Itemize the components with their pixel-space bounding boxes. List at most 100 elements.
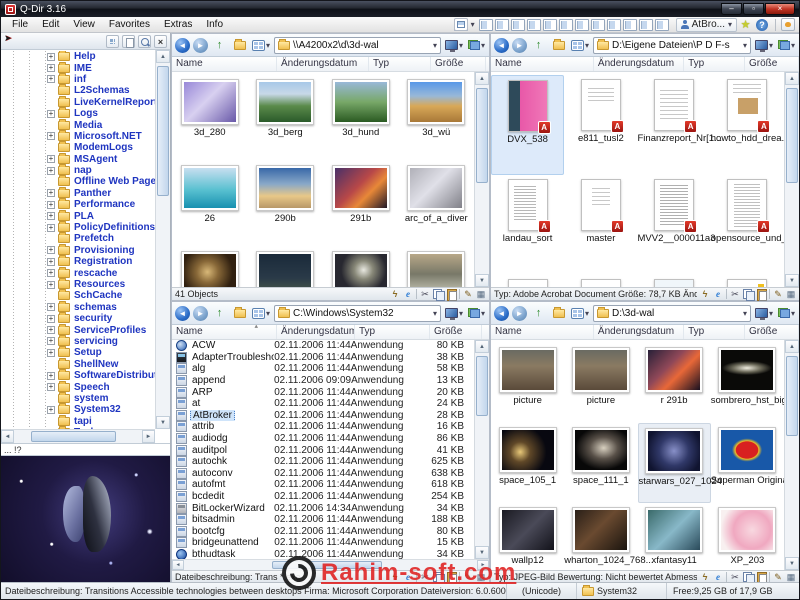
file-row[interactable]: append 02.11.2006 09:09 Anwendung 13 KB <box>172 375 474 387</box>
new-folder-button[interactable] <box>231 37 248 54</box>
tree-search-icon[interactable] <box>138 34 151 48</box>
file-thumbnail[interactable]: r 291b <box>638 343 711 423</box>
tree-item[interactable]: PLA <box>1 209 155 222</box>
file-name[interactable]: AdapterTroubleshooter <box>190 352 274 363</box>
file-thumbnail[interactable]: wharton_1024_768... <box>564 503 654 570</box>
layout-option-button[interactable] <box>590 18 605 31</box>
status-icon[interactable] <box>786 289 796 299</box>
file-thumbnail[interactable]: arc_of_a_diver <box>399 161 475 247</box>
favorites-dropdown[interactable]: AtBro... <box>675 17 737 32</box>
chevron-down-icon[interactable] <box>743 308 747 319</box>
view-mode-button[interactable] <box>251 305 271 322</box>
file-thumbnail[interactable]: 3d_wü <box>399 75 475 161</box>
file-row[interactable]: bitsadmin 02.11.2006 11:44 Anwendung 188… <box>172 514 474 526</box>
layout-option-button[interactable] <box>542 18 557 31</box>
up-button[interactable] <box>211 37 228 54</box>
tree-item[interactable]: system <box>1 391 155 404</box>
expand-icon[interactable] <box>47 348 55 358</box>
expand-icon[interactable] <box>47 382 55 392</box>
status-icon[interactable] <box>446 572 457 584</box>
tree-item[interactable]: Setup <box>1 346 155 358</box>
menu-item[interactable]: File <box>5 19 35 30</box>
file-thumbnail[interactable] <box>248 247 324 287</box>
tree-item[interactable]: inf <box>1 72 155 85</box>
file-thumbnail[interactable]: 3d_280 <box>172 75 248 161</box>
status-icon[interactable] <box>726 289 727 299</box>
tree-item[interactable]: Provisioning <box>1 243 155 256</box>
up-button[interactable] <box>211 305 228 322</box>
view-mode-button[interactable] <box>570 305 590 322</box>
tree-page-icon[interactable] <box>122 34 135 48</box>
status-icon[interactable] <box>433 289 445 301</box>
layout-option-button[interactable] <box>510 18 525 31</box>
expand-icon[interactable] <box>47 188 55 198</box>
status-icon[interactable] <box>416 572 417 582</box>
column-header-date[interactable]: Änderungsdatum <box>594 325 685 339</box>
column-header-size[interactable]: Größe <box>430 325 482 339</box>
forward-button[interactable] <box>193 305 208 321</box>
tree-item[interactable]: Prefetch <box>1 232 155 244</box>
file-name[interactable]: attrib <box>190 421 216 432</box>
file-row[interactable]: autochk 02.11.2006 11:44 Anwendung 625 K… <box>172 456 474 468</box>
tree-item[interactable]: rescache <box>1 266 155 279</box>
up-button[interactable] <box>530 37 547 54</box>
status-icon[interactable] <box>420 289 430 299</box>
tree-item[interactable]: LiveKernelReports <box>1 95 155 108</box>
back-button[interactable] <box>175 37 190 53</box>
expand-icon[interactable] <box>47 314 55 324</box>
file-name[interactable]: autoconv <box>190 468 235 479</box>
tree-item[interactable]: L2Schemas <box>1 84 155 96</box>
file-thumbnail[interactable]: space_111_1 <box>564 423 637 503</box>
status-icon[interactable] <box>700 572 710 582</box>
layout-option-button[interactable] <box>574 18 589 31</box>
close-button[interactable] <box>765 3 795 15</box>
status-icon[interactable] <box>463 572 473 582</box>
file-thumbnail[interactable]: xfantasy11 <box>638 503 711 570</box>
file-name[interactable]: at <box>190 398 202 409</box>
address-bar[interactable]: \\A4200x2\d\3d-wal <box>274 36 441 54</box>
file-thumbnail[interactable]: 290b <box>248 161 324 247</box>
tree-item[interactable]: nap <box>1 164 155 176</box>
file-thumbnail[interactable]: picture <box>491 343 564 423</box>
file-name[interactable]: ARP <box>190 387 215 398</box>
scrollbar-thumb[interactable] <box>157 66 169 196</box>
status-icon[interactable] <box>773 289 783 299</box>
column-header-name[interactable]: Name <box>491 325 594 339</box>
view-mode-button[interactable] <box>251 37 271 54</box>
computer-button[interactable] <box>754 305 774 322</box>
status-icon[interactable] <box>756 572 767 584</box>
column-header-type[interactable]: Typ <box>369 57 431 71</box>
expand-icon[interactable] <box>47 52 55 62</box>
file-row[interactable]: BitLockerWizard 02.11.2006 14:34 Anwendu… <box>172 502 474 514</box>
vertical-scrollbar[interactable] <box>474 340 489 559</box>
expand-icon[interactable] <box>47 74 55 84</box>
expand-icon[interactable] <box>47 268 55 278</box>
status-icon[interactable] <box>459 572 460 582</box>
tree-horizontal-scrollbar[interactable] <box>1 429 155 443</box>
tools-icon[interactable] <box>781 18 795 31</box>
status-icon[interactable] <box>476 289 486 299</box>
file-row[interactable]: AtBroker 02.11.2006 11:44 Anwendung 28 K… <box>172 409 474 422</box>
pdf-thumbnail[interactable]: DVX_538 <box>491 75 565 175</box>
tree-item[interactable]: PolicyDefinitions <box>1 221 155 233</box>
scroll-left-arrow[interactable] <box>172 560 184 570</box>
file-row[interactable]: bthudtask 02.11.2006 11:44 Anwendung 34 … <box>172 548 474 559</box>
file-thumbnail[interactable]: space_105_1 <box>491 423 564 503</box>
address-bar[interactable]: D:\Eigene Dateien\P D F-s <box>593 36 751 54</box>
status-icon[interactable] <box>713 572 723 582</box>
expand-icon[interactable] <box>47 280 55 290</box>
status-icon[interactable] <box>743 572 755 584</box>
status-icon[interactable] <box>390 572 400 582</box>
file-name[interactable]: bitsadmin <box>190 514 237 525</box>
vertical-scrollbar[interactable] <box>784 72 799 287</box>
vertical-scrollbar[interactable] <box>474 72 489 287</box>
expand-icon[interactable] <box>47 200 55 210</box>
computer-button[interactable] <box>444 37 464 54</box>
expand-icon[interactable] <box>47 257 55 267</box>
scroll-down-arrow[interactable] <box>156 416 170 429</box>
forward-button[interactable] <box>512 37 527 53</box>
pdf-thumbnail[interactable] <box>638 275 711 287</box>
scroll-down-arrow[interactable] <box>475 546 489 559</box>
status-icon[interactable] <box>476 572 486 582</box>
minimize-button[interactable] <box>721 3 742 15</box>
